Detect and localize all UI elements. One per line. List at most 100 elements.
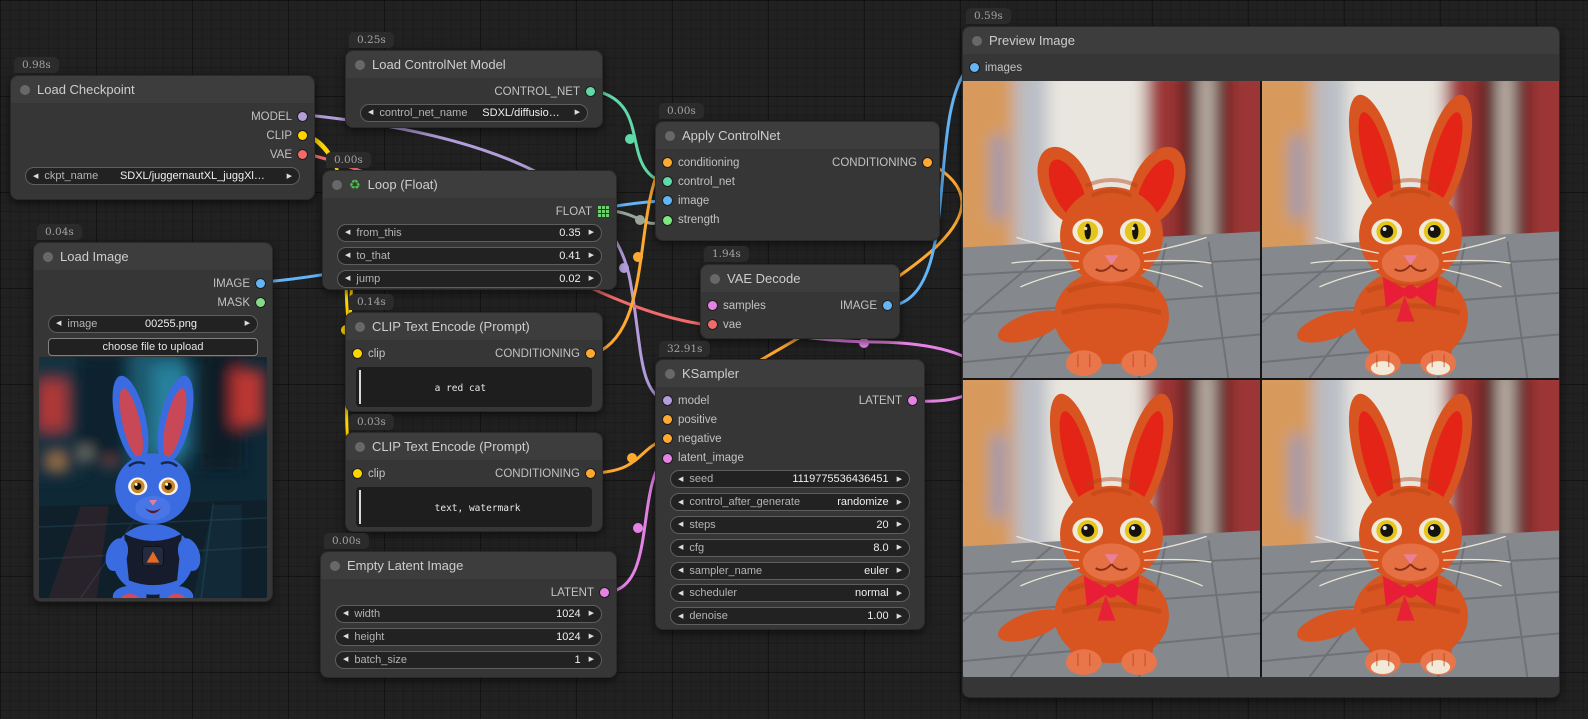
output-slot-MODEL-dot[interactable]: [298, 112, 307, 121]
node-titlebar[interactable]: CLIP Text Encode (Prompt): [346, 313, 602, 340]
node-load-checkpoint[interactable]: 0.98s Load CheckpointMODELCLIPVAE ◀ ckpt…: [10, 75, 315, 200]
collapse-dot[interactable]: [20, 85, 30, 95]
input-slot-clip-dot[interactable]: [353, 349, 362, 358]
output-slot-LATENT-dot[interactable]: [908, 396, 917, 405]
node-loop-float[interactable]: 0.00s ♻Loop (Float)FLOAT ◀ from_this 0.3…: [322, 170, 617, 290]
widget-jump[interactable]: ◀ jump 0.02 ▶: [337, 270, 602, 288]
node-empty-latent-image[interactable]: 0.00s Empty Latent ImageLATENT ◀ width 1…: [320, 551, 617, 678]
widget-steps[interactable]: ◀ steps 20 ▶: [670, 516, 910, 534]
widget-image[interactable]: ◀ image 00255.png ▶: [48, 315, 258, 333]
increment-arrow-icon[interactable]: ▶: [245, 320, 250, 327]
input-slot-conditioning-dot[interactable]: [663, 158, 672, 167]
input-slot-strength-dot[interactable]: [663, 216, 672, 225]
input-slot-samples-dot[interactable]: [708, 301, 717, 310]
widget-seed[interactable]: ◀ seed 1119775536436451 ▶: [670, 470, 910, 488]
decrement-arrow-icon[interactable]: ◀: [678, 590, 683, 597]
output-slot-MASK-dot[interactable]: [256, 298, 265, 307]
widget-width[interactable]: ◀ width 1024 ▶: [335, 605, 602, 623]
widget-from_this[interactable]: ◀ from_this 0.35 ▶: [337, 224, 602, 242]
increment-arrow-icon[interactable]: ▶: [589, 252, 594, 259]
node-ksampler[interactable]: 32.91s KSampler modelLATENT positive neg…: [655, 359, 925, 630]
widget-cfg[interactable]: ◀ cfg 8.0 ▶: [670, 539, 910, 557]
widget-control_net_name[interactable]: ◀ control_net_name SDXL/diffusio… ▶: [360, 104, 588, 122]
node-titlebar[interactable]: Apply ControlNet: [656, 122, 939, 149]
increment-arrow-icon[interactable]: ▶: [897, 613, 902, 620]
widget-control_after_generate[interactable]: ◀ control_after_generate randomize ▶: [670, 493, 910, 511]
collapse-dot[interactable]: [710, 274, 720, 284]
increment-arrow-icon[interactable]: ▶: [589, 610, 594, 617]
output-slot-CONDITIONING-dot[interactable]: [923, 158, 932, 167]
output-slot-LATENT-dot[interactable]: [600, 588, 609, 597]
decrement-arrow-icon[interactable]: ◀: [678, 567, 683, 574]
collapse-dot[interactable]: [665, 131, 675, 141]
output-slot-IMAGE-dot[interactable]: [883, 301, 892, 310]
increment-arrow-icon[interactable]: ▶: [897, 544, 902, 551]
node-titlebar[interactable]: KSampler: [656, 360, 924, 387]
input-slot-model-dot[interactable]: [663, 396, 672, 405]
decrement-arrow-icon[interactable]: ◀: [678, 476, 683, 483]
decrement-arrow-icon[interactable]: ◀: [345, 229, 350, 236]
node-apply-controlnet[interactable]: 0.00s Apply ControlNet conditioningCONDI…: [655, 121, 940, 241]
increment-arrow-icon[interactable]: ▶: [897, 590, 902, 597]
collapse-dot[interactable]: [972, 36, 982, 46]
node-titlebar[interactable]: Load Checkpoint: [11, 76, 314, 103]
decrement-arrow-icon[interactable]: ◀: [343, 633, 348, 640]
widget-batch_size[interactable]: ◀ batch_size 1 ▶: [335, 651, 602, 669]
node-titlebar[interactable]: CLIP Text Encode (Prompt): [346, 433, 602, 460]
widget-ckpt_name[interactable]: ◀ ckpt_name SDXL/juggernautXL_juggXl… ▶: [25, 167, 300, 185]
input-slot-negative-dot[interactable]: [663, 434, 672, 443]
node-titlebar[interactable]: Load ControlNet Model: [346, 51, 602, 78]
node-titlebar[interactable]: Empty Latent Image: [321, 552, 616, 579]
node-clip-text-encode-negative[interactable]: 0.03s CLIP Text Encode (Prompt) clipCOND…: [345, 432, 603, 532]
node-load-controlnet-model[interactable]: 0.25s Load ControlNet ModelCONTROL_NET ◀…: [345, 50, 603, 128]
node-clip-text-encode-positive[interactable]: 0.14s CLIP Text Encode (Prompt) clipCOND…: [345, 312, 603, 412]
node-titlebar[interactable]: Load Image: [34, 243, 272, 270]
collapse-dot[interactable]: [355, 60, 365, 70]
output-slot-CONTROL_NET-dot[interactable]: [586, 87, 595, 96]
input-slot-vae-dot[interactable]: [708, 320, 717, 329]
decrement-arrow-icon[interactable]: ◀: [33, 173, 38, 180]
node-preview-image[interactable]: 0.59s Preview Image images: [962, 26, 1560, 698]
input-slot-images-dot[interactable]: [970, 63, 979, 72]
collapse-dot[interactable]: [330, 561, 340, 571]
decrement-arrow-icon[interactable]: ◀: [343, 656, 348, 663]
node-titlebar[interactable]: VAE Decode: [701, 265, 899, 292]
collapse-dot[interactable]: [43, 252, 53, 262]
increment-arrow-icon[interactable]: ▶: [897, 521, 902, 528]
increment-arrow-icon[interactable]: ▶: [589, 275, 594, 282]
input-slot-positive-dot[interactable]: [663, 415, 672, 424]
increment-arrow-icon[interactable]: ▶: [897, 476, 902, 483]
decrement-arrow-icon[interactable]: ◀: [56, 320, 61, 327]
decrement-arrow-icon[interactable]: ◀: [678, 521, 683, 528]
upload-button[interactable]: choose file to upload: [48, 338, 258, 356]
output-slot-CLIP-dot[interactable]: [298, 131, 307, 140]
output-slot-FLOAT-grid-dot[interactable]: [598, 206, 609, 217]
increment-arrow-icon[interactable]: ▶: [589, 229, 594, 236]
increment-arrow-icon[interactable]: ▶: [589, 633, 594, 640]
decrement-arrow-icon[interactable]: ◀: [678, 544, 683, 551]
node-titlebar[interactable]: ♻Loop (Float): [323, 171, 616, 198]
collapse-dot[interactable]: [355, 322, 365, 332]
increment-arrow-icon[interactable]: ▶: [897, 499, 902, 506]
widget-sampler_name[interactable]: ◀ sampler_name euler ▶: [670, 562, 910, 580]
decrement-arrow-icon[interactable]: ◀: [678, 499, 683, 506]
increment-arrow-icon[interactable]: ▶: [287, 173, 292, 180]
graph-canvas[interactable]: 0.98s Load CheckpointMODELCLIPVAE ◀ ckpt…: [0, 0, 1588, 719]
output-slot-CONDITIONING-dot[interactable]: [586, 469, 595, 478]
increment-arrow-icon[interactable]: ▶: [589, 656, 594, 663]
decrement-arrow-icon[interactable]: ◀: [678, 613, 683, 620]
node-load-image[interactable]: 0.04s Load ImageIMAGEMASK ◀ image 00255.…: [33, 242, 273, 602]
widget-to_that[interactable]: ◀ to_that 0.41 ▶: [337, 247, 602, 265]
input-slot-clip-dot[interactable]: [353, 469, 362, 478]
node-vae-decode[interactable]: 1.94s VAE Decode samplesIMAGE vae: [700, 264, 900, 339]
output-slot-CONDITIONING-dot[interactable]: [586, 349, 595, 358]
prompt-textarea[interactable]: a red cat: [356, 367, 592, 407]
decrement-arrow-icon[interactable]: ◀: [345, 252, 350, 259]
collapse-dot[interactable]: [332, 180, 342, 190]
input-slot-image-dot[interactable]: [663, 196, 672, 205]
widget-scheduler[interactable]: ◀ scheduler normal ▶: [670, 584, 910, 602]
increment-arrow-icon[interactable]: ▶: [575, 109, 580, 116]
prompt-textarea[interactable]: text, watermark: [356, 487, 592, 527]
decrement-arrow-icon[interactable]: ◀: [368, 109, 373, 116]
decrement-arrow-icon[interactable]: ◀: [343, 610, 348, 617]
